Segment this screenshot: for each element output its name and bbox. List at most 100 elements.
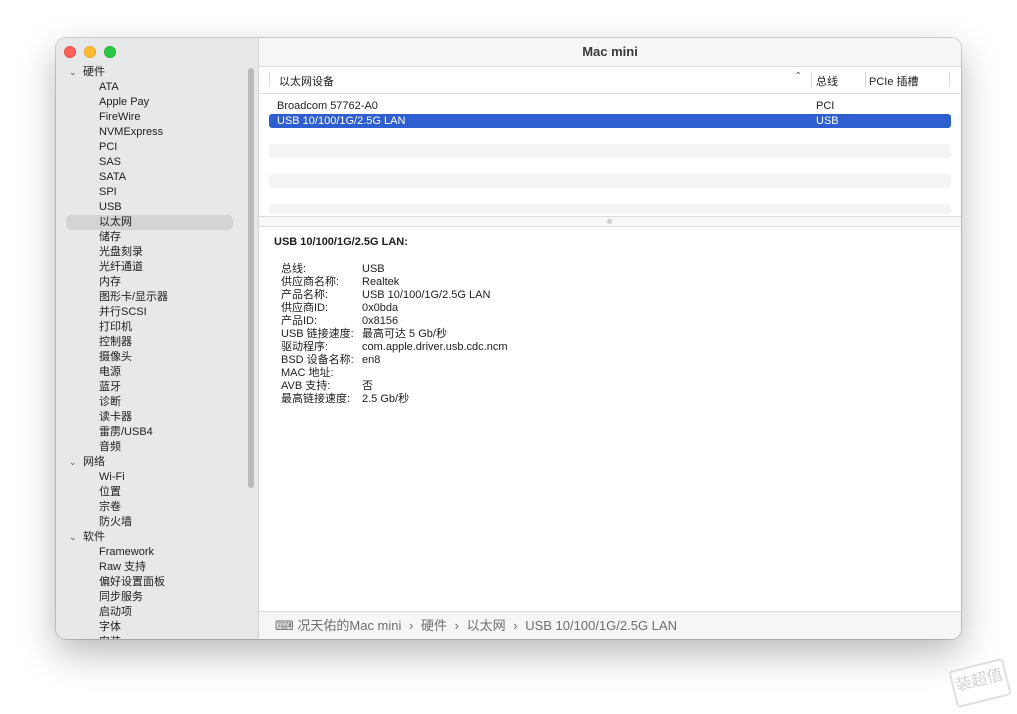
- sort-ascending-icon[interactable]: ⌃: [794, 71, 802, 82]
- breadcrumb-item[interactable]: 硬件: [421, 618, 447, 633]
- sidebar-item[interactable]: 蓝牙: [56, 380, 246, 395]
- sidebar-item-label: 偏好设置面板: [99, 576, 165, 588]
- sidebar-category[interactable]: ⌄ 硬件: [56, 65, 246, 80]
- sidebar-item[interactable]: 图形卡/显示器: [56, 290, 246, 305]
- divider-grip-icon[interactable]: [607, 219, 612, 224]
- detail-field-row: 总线: USB: [281, 263, 681, 276]
- detail-field-row: AVB 支持: 否: [281, 380, 681, 393]
- detail-field-key: 供应商名称:: [281, 276, 340, 288]
- device-name: USB 10/100/1G/2.5G LAN: [277, 115, 406, 127]
- minimize-button[interactable]: [84, 46, 96, 58]
- breadcrumb: ⌨ 况天佑的Mac mini › 硬件 › 以太网 › USB 10/100/1…: [275, 612, 677, 639]
- detail-field-row: 供应商名称: Realtek: [281, 276, 681, 289]
- split-view-divider[interactable]: [259, 216, 961, 227]
- sidebar-item[interactable]: 电源: [56, 365, 246, 380]
- sidebar-item[interactable]: 摄像头: [56, 350, 246, 365]
- sidebar-item[interactable]: FireWire: [56, 110, 246, 125]
- sidebar: ⌄ 硬件 ATA Apple Pay FireWire NVMExpress PCI SAS S…: [56, 38, 259, 639]
- sidebar-item-label: ATA: [99, 81, 119, 93]
- sidebar-category[interactable]: ⌄ 网络: [56, 455, 246, 470]
- detail-field-value: Realtek: [362, 276, 400, 288]
- sidebar-item[interactable]: 读卡器: [56, 410, 246, 425]
- sidebar-item[interactable]: 启动项: [56, 605, 246, 620]
- detail-field-key: USB 链接速度:: [281, 328, 354, 340]
- column-divider: [269, 72, 270, 87]
- sidebar-item-label: 摄像头: [99, 351, 132, 363]
- zoom-button[interactable]: [104, 46, 116, 58]
- sidebar-item-label: 打印机: [99, 321, 132, 333]
- sidebar-item-label: FireWire: [99, 111, 141, 123]
- chevron-down-icon[interactable]: ⌄: [69, 530, 77, 545]
- breadcrumb-item[interactable]: 况天佑的Mac mini: [297, 618, 401, 633]
- sidebar-item[interactable]: SAS: [56, 155, 246, 170]
- sidebar-item-label: 内存: [99, 276, 121, 288]
- sidebar-item[interactable]: 控制器: [56, 335, 246, 350]
- sidebar-item[interactable]: 打印机: [56, 320, 246, 335]
- sidebar-item[interactable]: 并行SCSI: [56, 305, 246, 320]
- sidebar-item-label: 位置: [99, 486, 121, 498]
- sidebar-item[interactable]: 内存: [56, 275, 246, 290]
- chevron-down-icon[interactable]: ⌄: [69, 65, 77, 80]
- sidebar-item[interactable]: 防火墙: [56, 515, 246, 530]
- watermark-logo: 装超值: [948, 657, 1012, 709]
- sidebar-item-label: SPI: [99, 186, 117, 198]
- sidebar-item[interactable]: PCI: [56, 140, 246, 155]
- sidebar-item[interactable]: SATA: [56, 170, 246, 185]
- sidebar-item[interactable]: 字体: [56, 620, 246, 635]
- breadcrumb-separator: ›: [409, 618, 414, 633]
- column-header-device[interactable]: 以太网设备: [279, 73, 334, 89]
- detail-field-value: 0x0bda: [362, 302, 399, 314]
- column-header-pcie-slot[interactable]: PCIe 插槽: [869, 73, 919, 89]
- sidebar-item[interactable]: Framework: [56, 545, 246, 560]
- sidebar-item[interactable]: 光纤通道: [56, 260, 246, 275]
- sidebar-item-label: 光纤通道: [99, 261, 143, 273]
- window-title: Mac mini: [582, 44, 638, 59]
- detail-field-row: 驱动程序: com.apple.driver.usb.cdc.ncm: [281, 341, 681, 354]
- sidebar-item[interactable]: 同步服务: [56, 590, 246, 605]
- detail-field-row: 最高链接速度: 2.5 Gb/秒: [281, 393, 681, 406]
- column-header-bus[interactable]: 总线: [816, 73, 838, 89]
- sidebar-item[interactable]: SPI: [56, 185, 246, 200]
- chevron-down-icon[interactable]: ⌄: [69, 455, 77, 470]
- sidebar-item[interactable]: Wi-Fi: [56, 470, 246, 485]
- sidebar-item-label: Raw 支持: [99, 561, 147, 573]
- sidebar-item[interactable]: 光盘刻录: [56, 245, 246, 260]
- sidebar-item[interactable]: Apple Pay: [56, 95, 246, 110]
- detail-field-row: 产品ID: 0x8156: [281, 315, 681, 328]
- sidebar-item-label: Framework: [99, 546, 155, 558]
- breadcrumb-item[interactable]: USB 10/100/1G/2.5G LAN: [525, 618, 677, 633]
- sidebar-item[interactable]: 偏好设置面板: [56, 575, 246, 590]
- detail-pane: USB 10/100/1G/2.5G LAN: 总线: USB 供应商名称: Real…: [274, 236, 508, 405]
- sidebar-item[interactable]: 诊断: [56, 395, 246, 410]
- sidebar-item[interactable]: 安装: [56, 635, 246, 639]
- computer-icon: ⌨: [275, 618, 294, 633]
- sidebar-item[interactable]: Raw 支持: [56, 560, 246, 575]
- sidebar-item-label: SATA: [99, 171, 127, 183]
- detail-field-value: USB: [362, 263, 385, 275]
- detail-field-key: MAC 地址:: [281, 367, 334, 379]
- main-pane: Mac mini 以太网设备 ⌃ 总线 PCIe 插槽 Broadcom 577…: [259, 38, 961, 639]
- detail-field-value: 否: [362, 380, 373, 392]
- sidebar-item[interactable]: 储存: [56, 230, 246, 245]
- sidebar-item[interactable]: USB: [56, 200, 246, 215]
- sidebar-scrollbar[interactable]: [248, 68, 254, 488]
- sidebar-item[interactable]: NVMExpress: [56, 125, 246, 140]
- sidebar-item[interactable]: 宗卷: [56, 500, 246, 515]
- sidebar-category[interactable]: ⌄ 软件: [56, 530, 246, 545]
- empty-row: [269, 144, 951, 158]
- sidebar-item-label: 音频: [99, 441, 121, 453]
- sidebar-item-label: 以太网: [99, 216, 132, 228]
- breadcrumb-item[interactable]: 以太网: [467, 618, 506, 633]
- table-row-selected[interactable]: USB 10/100/1G/2.5G LAN USB: [269, 114, 951, 128]
- sidebar-item[interactable]: 音频: [56, 440, 246, 455]
- detail-field-value: com.apple.driver.usb.cdc.ncm: [362, 341, 508, 353]
- close-button[interactable]: [64, 46, 76, 58]
- table-row[interactable]: Broadcom 57762-A0 PCI: [269, 99, 951, 113]
- sidebar-item[interactable]: 雷雳/USB4: [56, 425, 246, 440]
- device-name: Broadcom 57762-A0: [277, 100, 378, 112]
- sidebar-item-selected[interactable]: 以太网: [66, 215, 233, 230]
- sidebar-item[interactable]: ATA: [56, 80, 246, 95]
- sidebar-item-label: 启动项: [99, 606, 132, 618]
- sidebar-item[interactable]: 位置: [56, 485, 246, 500]
- sidebar-item-label: Apple Pay: [99, 96, 150, 108]
